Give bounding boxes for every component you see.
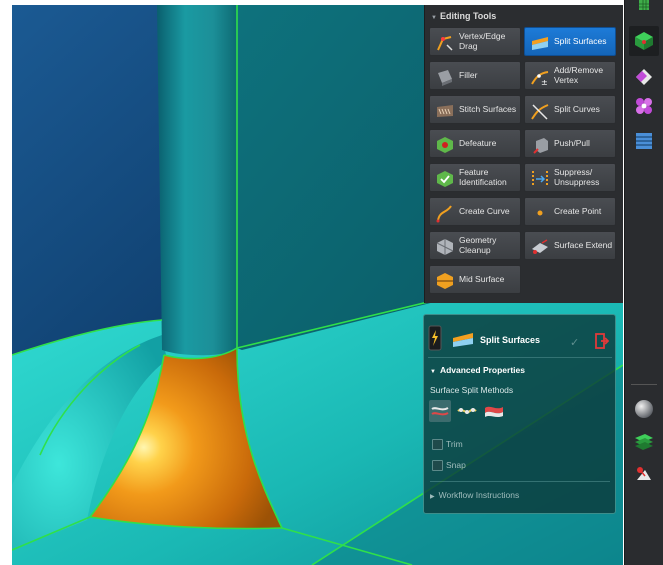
editing-tools-header[interactable]: ▼ Editing Tools (431, 11, 496, 21)
create-curve-icon (436, 205, 452, 223)
split-surfaces-icon (453, 333, 473, 347)
workflow-instructions-header[interactable]: ▶ Workflow Instructions (430, 490, 519, 500)
create-point-label: Create Point (554, 205, 602, 216)
push-pull-label: Push/Pull (554, 137, 590, 148)
snap-checkbox[interactable] (432, 460, 443, 471)
editing-tools-panel: ▼ Editing Tools Vertex/Edge Drag Split Su… (424, 5, 623, 303)
split-by-surface-icon[interactable] (483, 400, 505, 422)
split-surfaces-icon (532, 37, 548, 50)
split-methods-row (429, 400, 509, 424)
lightning-icon[interactable] (428, 325, 442, 351)
stitch-surfaces-button[interactable]: Stitch Surfaces (429, 95, 521, 124)
push-pull-button[interactable]: Push/Pull (524, 129, 616, 158)
push-pull-icon (533, 138, 548, 154)
suppress-unsuppress-label: Suppress/ Unsuppress (554, 167, 600, 187)
geometry-mode-button[interactable] (629, 26, 659, 56)
collapsed-triangle-icon: ▶ (430, 494, 435, 500)
filler-button[interactable]: Filler (429, 61, 521, 90)
filler-icon (438, 70, 452, 86)
stitch-surfaces-label: Stitch Surfaces (459, 103, 517, 114)
right-toolbar (624, 0, 663, 565)
feature-identification-label: Feature Identification (459, 167, 507, 187)
list-icon[interactable] (633, 130, 655, 152)
node-edit-icon[interactable] (633, 462, 655, 484)
mid-surface-button[interactable]: Mid Surface (429, 265, 521, 294)
split-by-curve-icon[interactable] (429, 400, 451, 422)
split-curves-label: Split Curves (554, 103, 600, 114)
vertex-edge-drag-button[interactable]: Vertex/Edge Drag (429, 27, 521, 56)
exit-icon[interactable] (595, 333, 609, 349)
panel-divider (430, 481, 610, 482)
collapse-triangle-icon[interactable]: ▼ (431, 15, 437, 21)
stitch-surfaces-icon (437, 105, 453, 117)
surface-extend-label: Surface Extend (554, 239, 613, 250)
geometry-cleanup-icon (436, 239, 454, 255)
apply-check-icon[interactable]: ✓ (570, 336, 579, 349)
defeature-icon (437, 137, 453, 153)
trim-checkbox[interactable] (432, 439, 443, 450)
trim-label: Trim (446, 439, 463, 449)
suppress-unsuppress-icon (532, 171, 548, 187)
mid-surface-label: Mid Surface (459, 273, 505, 284)
workflow-instructions-label: Workflow Instructions (438, 490, 520, 500)
snap-label: Snap (446, 460, 466, 470)
create-curve-button[interactable]: Create Curve (429, 197, 521, 226)
toolbar-separator (631, 384, 657, 385)
suppress-unsuppress-button[interactable]: Suppress/ Unsuppress (524, 163, 616, 192)
advanced-properties-label: Advanced Properties (439, 365, 525, 375)
advanced-properties-header[interactable]: ▼ Advanced Properties (430, 365, 525, 375)
feature-identification-icon (437, 171, 453, 187)
split-by-points-icon[interactable] (456, 400, 478, 422)
grid-icon[interactable] (633, 0, 655, 14)
vertex-edge-drag-icon (437, 36, 453, 51)
create-curve-label: Create Curve (459, 205, 510, 216)
create-point-button[interactable]: Create Point (524, 197, 616, 226)
filler-label: Filler (459, 69, 478, 80)
surface-split-methods-label: Surface Split Methods (430, 385, 514, 395)
sphere-icon[interactable] (633, 398, 655, 420)
split-panel-title: Split Surfaces (480, 335, 541, 345)
geometry-cleanup-label: Geometry Cleanup (459, 235, 497, 255)
split-surfaces-panel: Split Surfaces ✓ ▼ Advanced Properties Su… (423, 314, 616, 514)
vertex-edge-drag-label: Vertex/Edge Drag (459, 31, 506, 51)
surface-extend-button[interactable]: Surface Extend (524, 231, 616, 260)
cube-vertex-icon (635, 32, 653, 50)
add-remove-vertex-icon: ± (531, 71, 549, 87)
split-surfaces-button[interactable]: Split Surfaces (524, 27, 616, 56)
create-point-icon (537, 210, 543, 216)
defeature-label: Defeature (459, 137, 497, 148)
split-panel-header: Split Surfaces ✓ (428, 321, 612, 358)
split-curves-icon (531, 104, 549, 120)
mid-surface-icon (437, 273, 453, 289)
surface-extend-icon (532, 239, 548, 254)
feature-identification-button[interactable]: Feature Identification (429, 163, 521, 192)
add-remove-vertex-label: Add/Remove Vertex (554, 65, 604, 85)
geometry-cleanup-button[interactable]: Geometry Cleanup (429, 231, 521, 260)
split-curves-button[interactable]: Split Curves (524, 95, 616, 124)
editing-tools-title: Editing Tools (439, 11, 497, 21)
eraser-icon[interactable] (633, 65, 655, 87)
defeature-button[interactable]: Defeature (429, 129, 521, 158)
flower-icon[interactable] (633, 95, 655, 117)
add-remove-vertex-button[interactable]: ± Add/Remove Vertex (524, 61, 616, 90)
split-surfaces-label: Split Surfaces (554, 35, 607, 46)
layers-icon[interactable] (633, 430, 655, 452)
svg-text:±: ± (541, 78, 548, 87)
expand-triangle-icon: ▼ (430, 369, 436, 375)
